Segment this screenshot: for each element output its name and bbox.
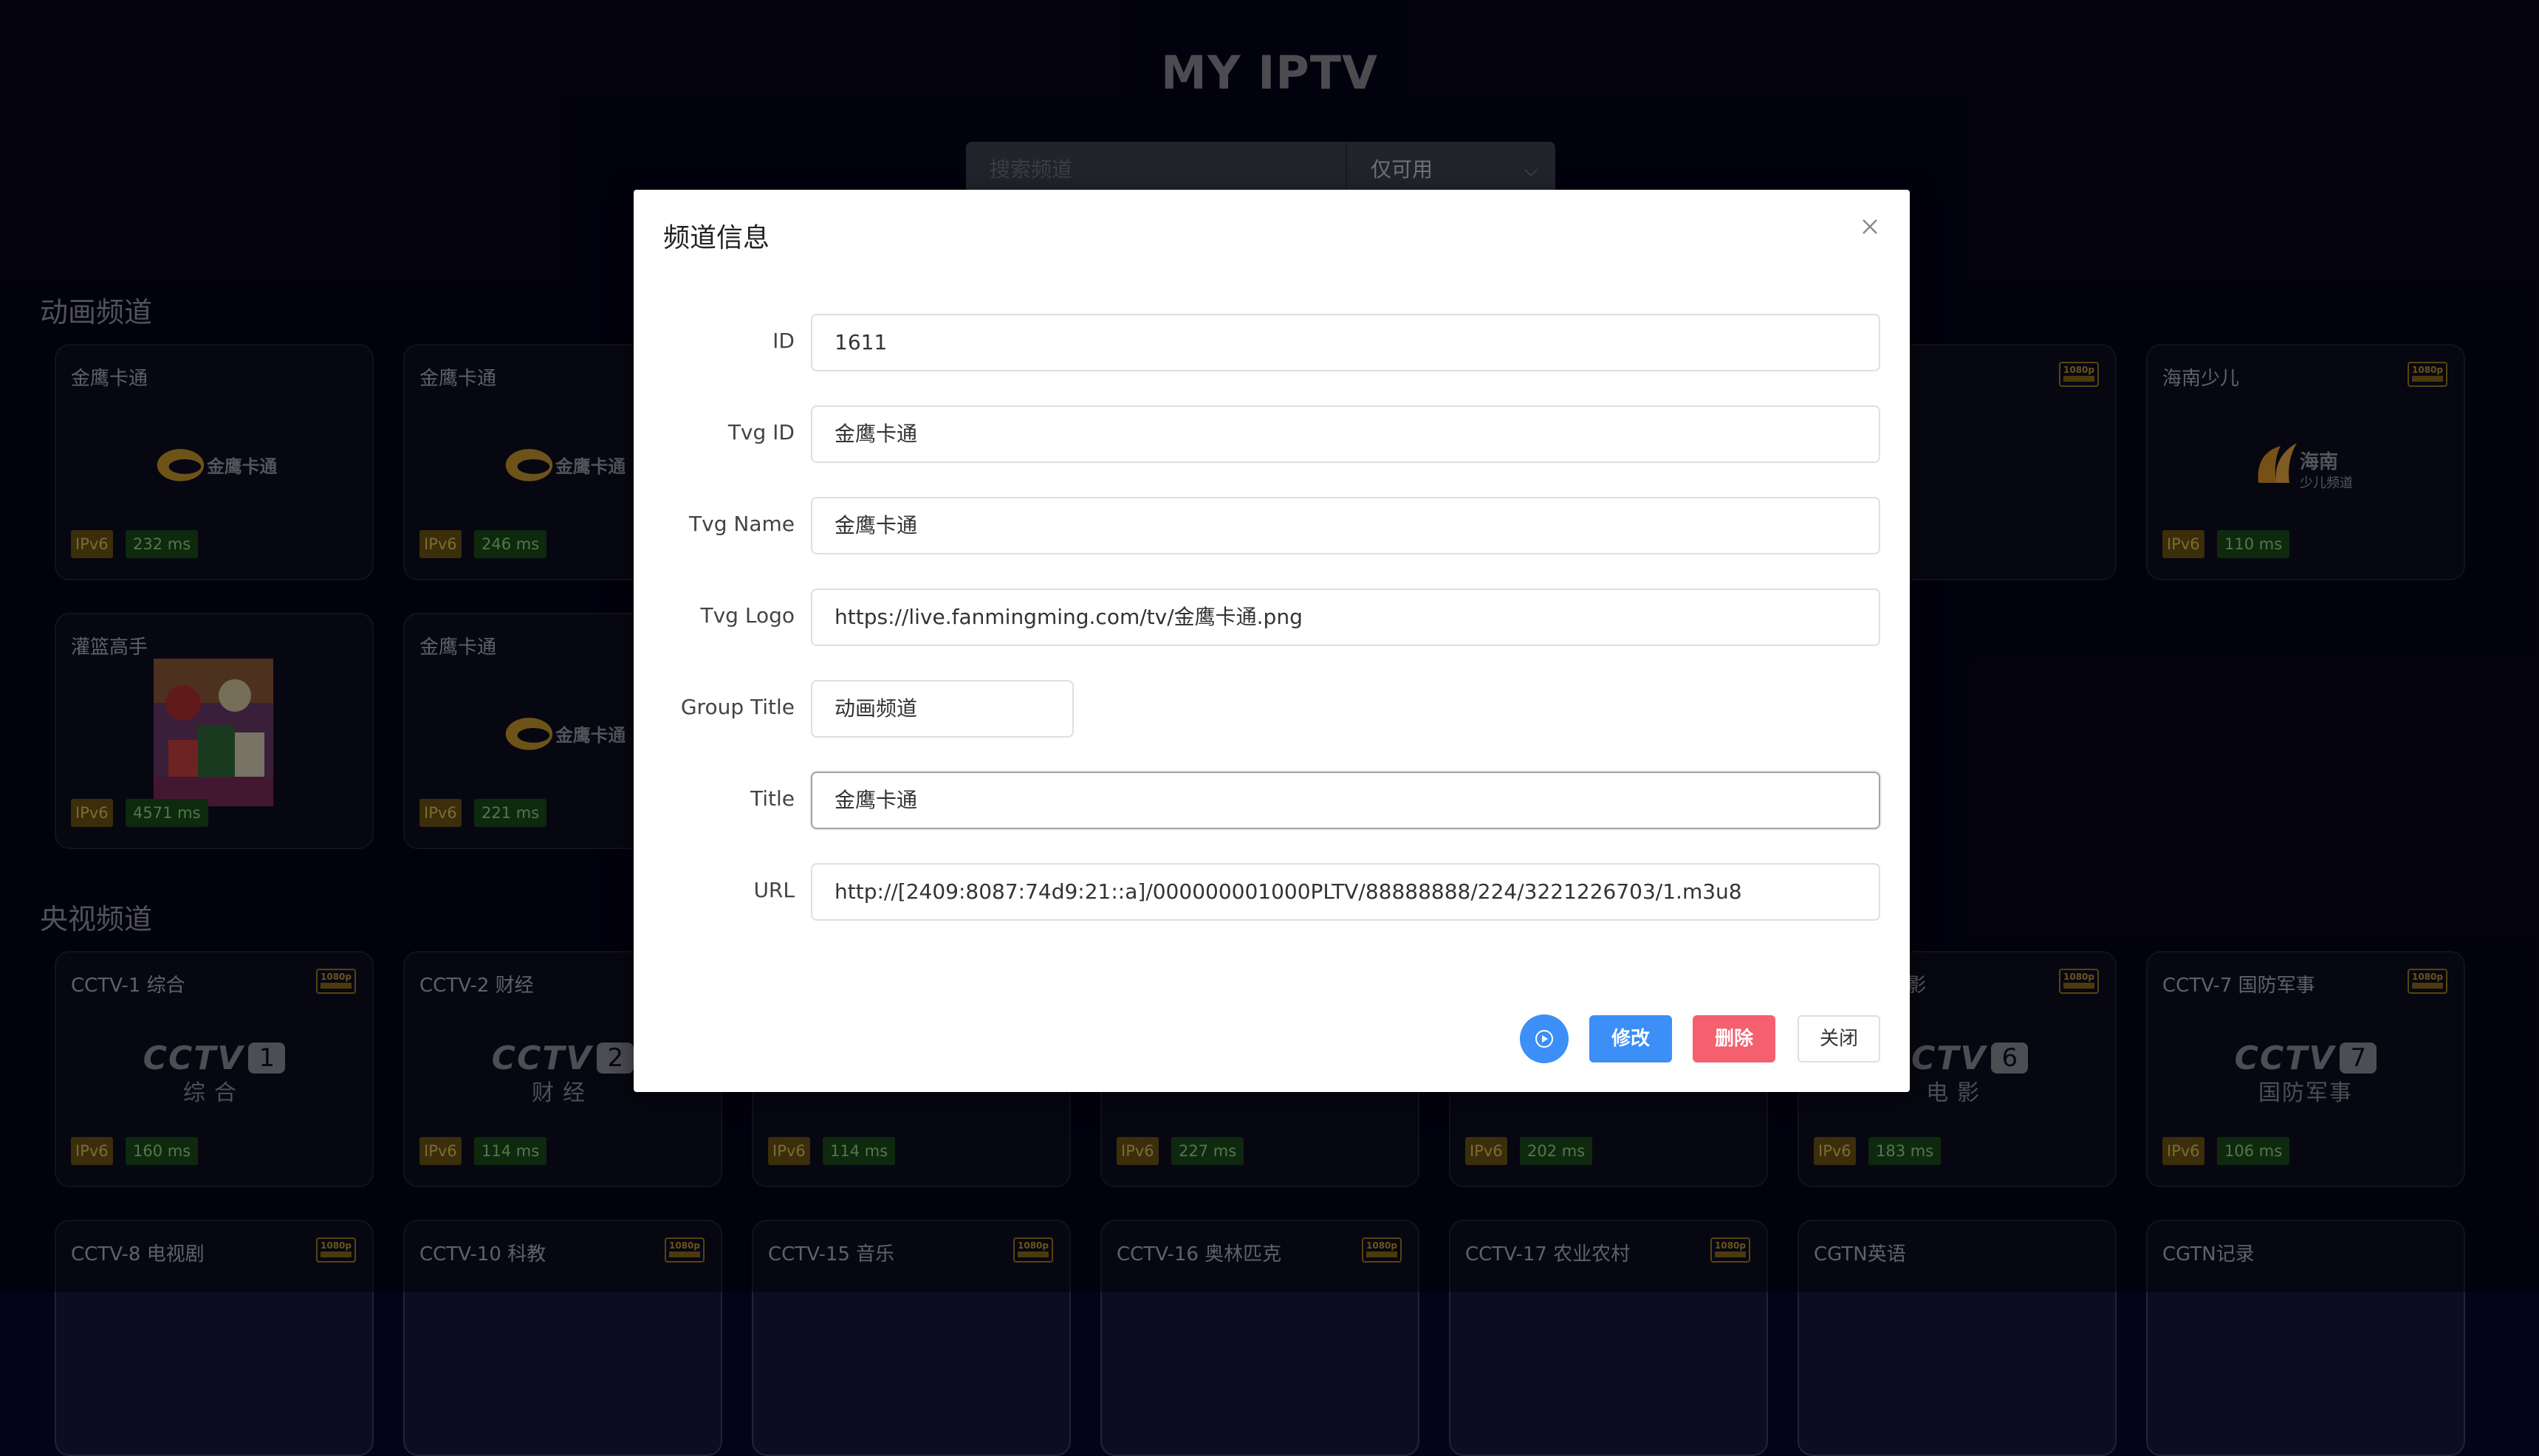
iptv-page: MY IPTV 搜索频道 仅可用 ⌵ 动画频道 金鹰卡通 金鹰卡通 IPv6 2… [0, 0, 2539, 1456]
group-title-field[interactable]: 动画频道 [811, 680, 1074, 738]
delete-button[interactable]: 删除 [1693, 1015, 1775, 1062]
tvg-name-label: Tvg Name [689, 512, 795, 536]
edit-button[interactable]: 修改 [1589, 1015, 1672, 1062]
group-title-label: Group Title [680, 695, 795, 719]
tvg-logo-label: Tvg Logo [700, 603, 795, 628]
tvg-id-field[interactable]: 金鹰卡通 [811, 405, 1880, 463]
url-field[interactable]: http://[2409:8087:74d9:21::a]/0000000010… [811, 863, 1880, 921]
play-button[interactable] [1520, 1014, 1569, 1063]
close-icon[interactable] [1855, 212, 1885, 241]
tvg-logo-field[interactable]: https://live.fanmingming.com/tv/金鹰卡通.png [811, 588, 1880, 646]
id-label: ID [772, 329, 795, 353]
tvg-name-field[interactable]: 金鹰卡通 [811, 497, 1880, 554]
title-field[interactable]: 金鹰卡通 [811, 772, 1880, 829]
dialog-title: 频道信息 [663, 223, 770, 253]
id-field[interactable]: 1611 [811, 314, 1880, 371]
channel-info-dialog: 频道信息 ID 1611 Tvg ID 金鹰卡通 Tvg Name 金鹰卡通 T… [634, 190, 1910, 1092]
url-label: URL [753, 878, 795, 902]
tvg-id-label: Tvg ID [727, 420, 795, 444]
close-button[interactable]: 关闭 [1798, 1015, 1880, 1062]
title-label: Title [750, 786, 795, 811]
play-circle-icon [1535, 1030, 1553, 1048]
